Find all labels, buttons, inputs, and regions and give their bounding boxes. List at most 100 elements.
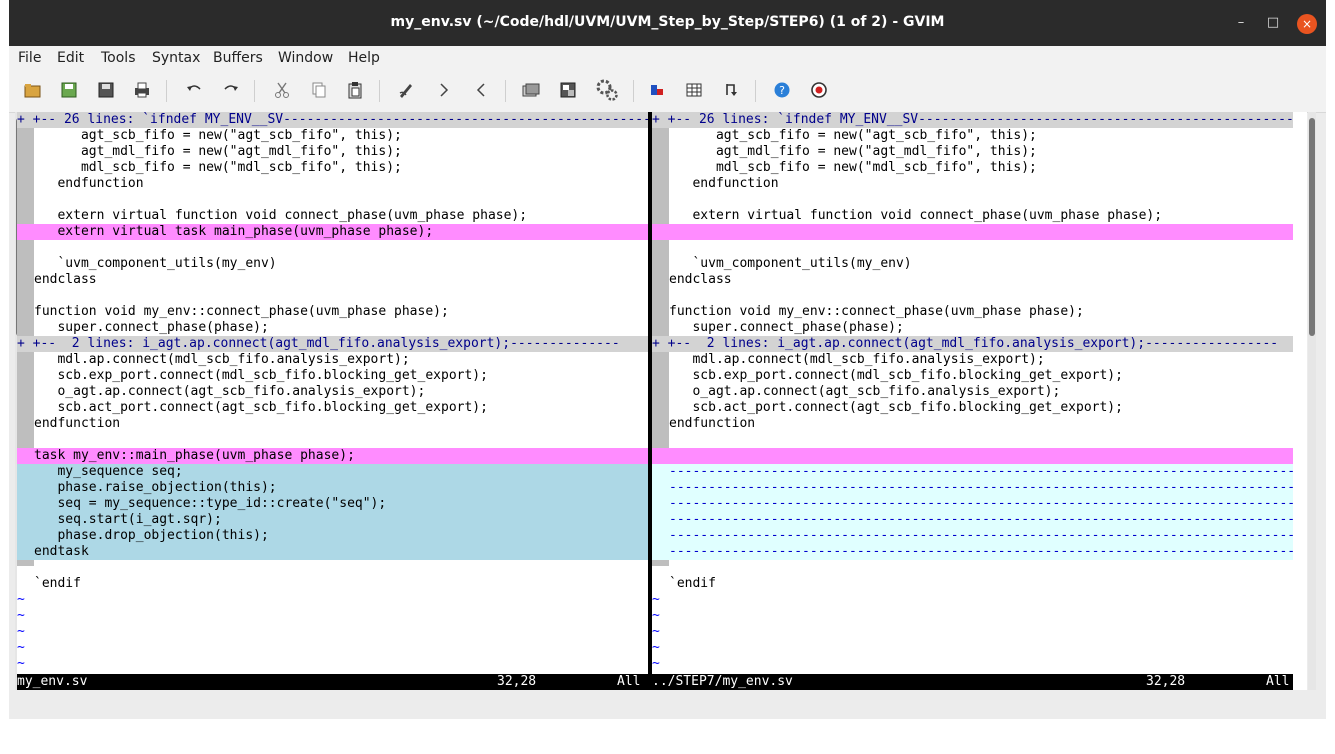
code-line[interactable]: endfunction	[17, 416, 648, 432]
copy-icon[interactable]	[310, 81, 328, 99]
code-line[interactable]: endfunction	[17, 176, 648, 192]
close-button[interactable]: ×	[1297, 14, 1317, 34]
empty-buffer-line[interactable]: ~	[652, 592, 1293, 608]
code-line[interactable]	[652, 224, 1293, 240]
help-icon[interactable]: ?	[773, 81, 791, 99]
empty-buffer-line[interactable]: ~	[652, 608, 1293, 624]
save-icon[interactable]	[60, 81, 78, 99]
empty-buffer-line[interactable]: ~	[652, 624, 1293, 640]
code-line[interactable]	[652, 288, 1293, 304]
code-line[interactable]: scb.exp_port.connect(mdl_scb_fifo.blocki…	[17, 368, 648, 384]
open-icon[interactable]	[24, 81, 42, 99]
menu-help[interactable]: Help	[348, 50, 380, 66]
save-session-icon[interactable]	[559, 81, 577, 99]
code-line[interactable]: task my_env::main_phase(uvm_phase phase)…	[17, 448, 648, 464]
find-help-icon[interactable]	[810, 81, 828, 99]
code-line[interactable]	[652, 432, 1293, 448]
menu-window[interactable]: Window	[278, 50, 333, 66]
code-line[interactable]: ----------------------------------------…	[652, 480, 1293, 496]
code-line[interactable]: seq = my_sequence::type_id::create("seq"…	[17, 496, 648, 512]
code-line[interactable]: agt_mdl_fifo = new("agt_mdl_fifo", this)…	[17, 144, 648, 160]
code-line[interactable]: super.connect_phase(phase);	[17, 320, 648, 336]
code-line[interactable]: extern virtual function void connect_pha…	[652, 208, 1293, 224]
code-line[interactable]	[652, 448, 1293, 464]
code-line[interactable]	[652, 560, 1293, 576]
code-line[interactable]: agt_scb_fifo = new("agt_scb_fifo", this)…	[652, 128, 1293, 144]
redo-icon[interactable]	[222, 81, 240, 99]
menu-buffers[interactable]: Buffers	[213, 50, 263, 66]
code-line[interactable]: ----------------------------------------…	[652, 496, 1293, 512]
code-line[interactable]	[17, 288, 648, 304]
code-line[interactable]	[17, 240, 648, 256]
code-line[interactable]: mdl_scb_fifo = new("mdl_scb_fifo", this)…	[652, 160, 1293, 176]
tag-jump-icon[interactable]	[722, 81, 740, 99]
print-icon[interactable]	[133, 81, 151, 99]
undo-icon[interactable]	[185, 81, 203, 99]
code-line[interactable]: super.connect_phase(phase);	[652, 320, 1293, 336]
empty-buffer-line[interactable]: ~	[17, 656, 648, 672]
code-line[interactable]: extern virtual function void connect_pha…	[17, 208, 648, 224]
code-line[interactable]: endtask	[17, 544, 648, 560]
code-line[interactable]: `uvm_component_utils(my_env)	[652, 256, 1293, 272]
code-line[interactable]	[652, 192, 1293, 208]
folded-lines-row[interactable]: + +-- 2 lines: i_agt.ap.connect(agt_mdl_…	[652, 336, 1293, 352]
code-line[interactable]: function void my_env::connect_phase(uvm_…	[652, 304, 1293, 320]
code-line[interactable]: o_agt.ap.connect(agt_scb_fifo.analysis_e…	[17, 384, 648, 400]
save-all-icon[interactable]	[97, 81, 115, 99]
code-line[interactable]: scb.act_port.connect(agt_scb_fifo.blocki…	[17, 400, 648, 416]
code-line[interactable]: phase.raise_objection(this);	[17, 480, 648, 496]
code-line[interactable]: ----------------------------------------…	[652, 512, 1293, 528]
scrollbar-thumb[interactable]	[1309, 118, 1315, 336]
title-bar[interactable]: my_env.sv (~/Code/hdl/UVM/UVM_Step_by_St…	[9, 0, 1326, 46]
empty-buffer-line[interactable]: ~	[652, 656, 1293, 672]
code-line[interactable]: endclass	[652, 272, 1293, 288]
menu-file[interactable]: File	[18, 50, 41, 66]
folded-lines-row[interactable]: + +-- 26 lines: `ifndef MY_ENV__SV------…	[652, 112, 1293, 128]
run-script-icon[interactable]	[595, 78, 619, 102]
folded-lines-row[interactable]: + +-- 2 lines: i_agt.ap.connect(agt_mdl_…	[17, 336, 648, 352]
code-line[interactable]: endfunction	[652, 176, 1293, 192]
make-icon[interactable]	[648, 81, 666, 99]
run-shell-icon[interactable]	[685, 81, 703, 99]
paste-icon[interactable]	[346, 81, 364, 99]
code-line[interactable]	[652, 240, 1293, 256]
menu-edit[interactable]: Edit	[57, 50, 84, 66]
code-line[interactable]: seq.start(i_agt.sqr);	[17, 512, 648, 528]
empty-buffer-line[interactable]: ~	[17, 608, 648, 624]
load-session-icon[interactable]	[522, 81, 540, 99]
folded-lines-row[interactable]: + +-- 26 lines: `ifndef MY_ENV__SV------…	[17, 112, 648, 128]
code-line[interactable]: function void my_env::connect_phase(uvm_…	[17, 304, 648, 320]
code-line[interactable]	[17, 432, 648, 448]
code-line[interactable]: mdl.ap.connect(mdl_scb_fifo.analysis_exp…	[17, 352, 648, 368]
code-line[interactable]	[17, 192, 648, 208]
code-line[interactable]: endclass	[17, 272, 648, 288]
code-line[interactable]: endfunction	[652, 416, 1293, 432]
code-line[interactable]: ----------------------------------------…	[652, 544, 1293, 560]
code-line[interactable]: scb.exp_port.connect(mdl_scb_fifo.blocki…	[652, 368, 1293, 384]
code-line[interactable]: my_sequence seq;	[17, 464, 648, 480]
code-line[interactable]: phase.drop_objection(this);	[17, 528, 648, 544]
find-next-icon[interactable]	[435, 81, 453, 99]
menu-syntax[interactable]: Syntax	[152, 50, 200, 66]
code-line[interactable]: mdl.ap.connect(mdl_scb_fifo.analysis_exp…	[652, 352, 1293, 368]
code-line[interactable]: scb.act_port.connect(agt_scb_fifo.blocki…	[652, 400, 1293, 416]
empty-buffer-line[interactable]: ~	[17, 640, 648, 656]
menu-tools[interactable]: Tools	[101, 50, 136, 66]
code-line[interactable]	[17, 560, 648, 576]
find-prev-icon[interactable]	[472, 81, 490, 99]
code-line[interactable]: agt_scb_fifo = new("agt_scb_fifo", this)…	[17, 128, 648, 144]
empty-buffer-line[interactable]: ~	[17, 624, 648, 640]
code-line[interactable]: mdl_scb_fifo = new("mdl_scb_fifo", this)…	[17, 160, 648, 176]
left-diff-pane[interactable]: + +-- 26 lines: `ifndef MY_ENV__SV------…	[17, 112, 648, 674]
replace-icon[interactable]	[397, 81, 415, 99]
empty-buffer-line[interactable]: ~	[17, 592, 648, 608]
code-line[interactable]: `endif	[652, 576, 1293, 592]
code-line[interactable]: agt_mdl_fifo = new("agt_mdl_fifo", this)…	[652, 144, 1293, 160]
right-scrollbar[interactable]	[1308, 112, 1316, 690]
code-line[interactable]: `endif	[17, 576, 648, 592]
code-line[interactable]: o_agt.ap.connect(agt_scb_fifo.analysis_e…	[652, 384, 1293, 400]
code-line[interactable]: extern virtual task main_phase(uvm_phase…	[17, 224, 648, 240]
code-line[interactable]: `uvm_component_utils(my_env)	[17, 256, 648, 272]
cut-icon[interactable]	[273, 81, 291, 99]
maximize-button[interactable]: □	[1264, 14, 1282, 32]
